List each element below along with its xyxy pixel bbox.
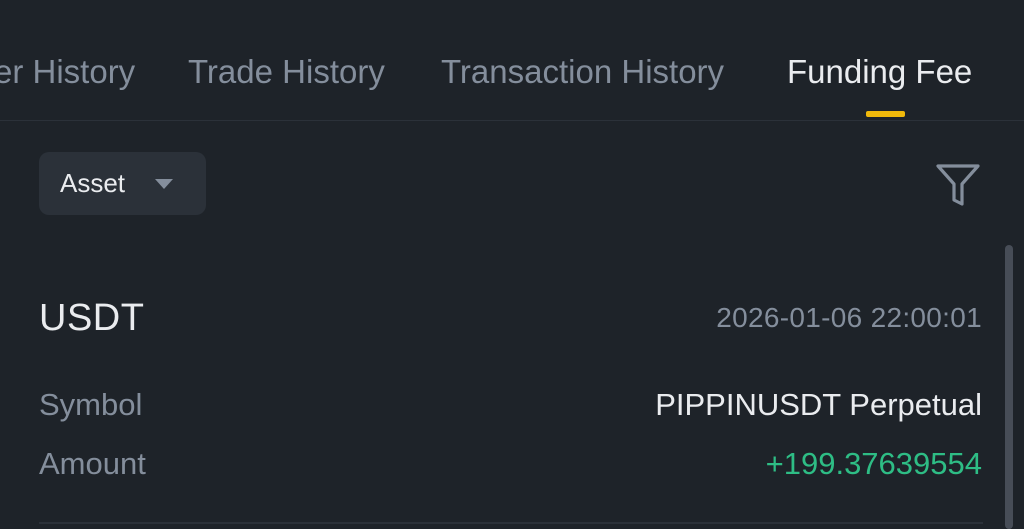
symbol-value: PIPPINUSDT Perpetual — [655, 387, 982, 422]
filter-button[interactable] — [934, 160, 982, 208]
history-tab-bar: er History Trade History Transaction His… — [0, 0, 1024, 121]
amount-label: Amount — [39, 446, 146, 481]
amount-value: +199.37639554 — [765, 446, 982, 481]
funding-fee-page: er History Trade History Transaction His… — [0, 0, 1024, 529]
record-timestamp: 2026-01-06 22:00:01 — [716, 302, 982, 333]
filter-icon — [936, 164, 980, 206]
tab-trade-history[interactable]: Trade History — [188, 50, 385, 94]
tab-order-history[interactable]: er History — [0, 50, 135, 94]
asset-dropdown[interactable]: Asset — [39, 152, 206, 215]
caret-down-icon — [155, 179, 173, 189]
tab-funding-fee[interactable]: Funding Fee — [787, 50, 972, 94]
record-divider — [39, 522, 983, 524]
record-asset: USDT — [39, 297, 145, 339]
scrollbar[interactable] — [1005, 245, 1013, 529]
active-tab-indicator — [866, 111, 905, 117]
asset-dropdown-label: Asset — [60, 168, 126, 198]
symbol-label: Symbol — [39, 387, 143, 422]
tab-transaction-history[interactable]: Transaction History — [441, 50, 724, 94]
